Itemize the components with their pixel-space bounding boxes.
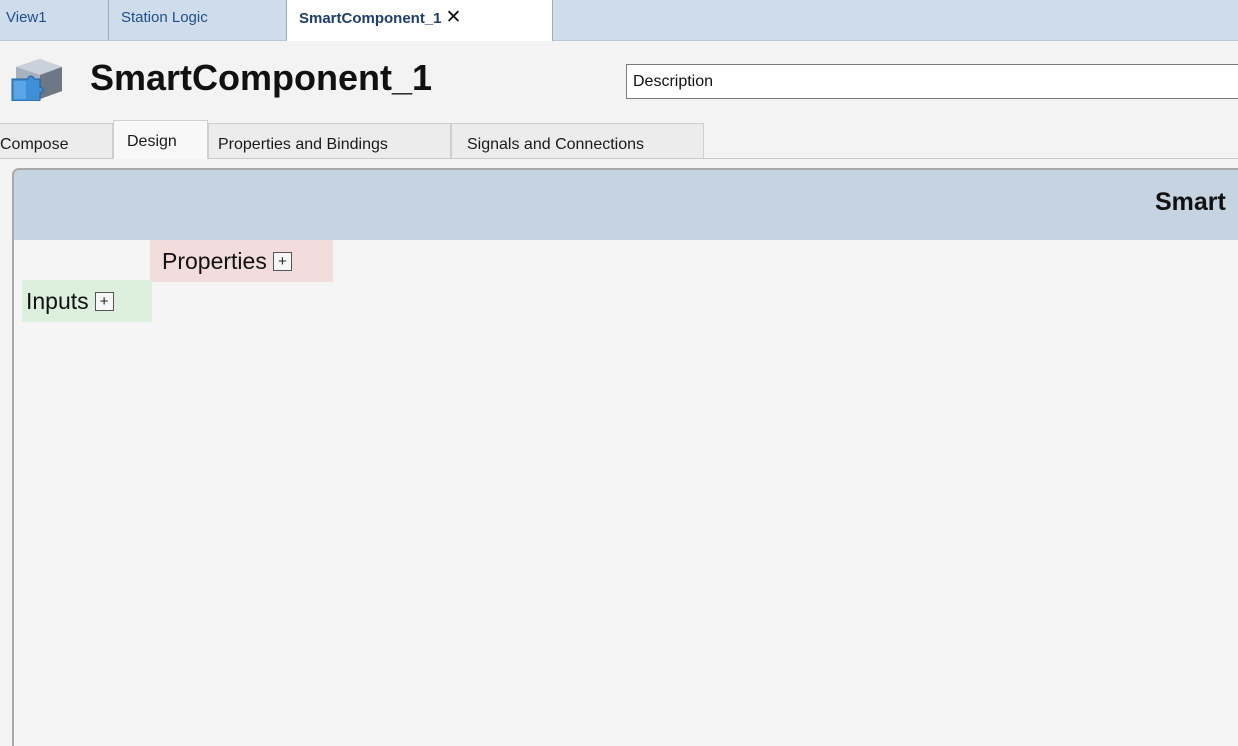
properties-label: Properties [162,247,267,274]
tab-view1-label: View1 [6,9,47,26]
tab-smartcomponent-1[interactable]: SmartComponent_1 ✕ [287,0,553,41]
tab-signals-and-connections[interactable]: Signals and Connections [451,123,704,158]
tab-design[interactable]: Design [113,120,208,159]
tab-smartcomponent-1-label: SmartComponent_1 [299,10,442,27]
component-title: SmartComponent_1 [90,57,433,98]
document-tab-strip: View1 Station Logic SmartComponent_1 ✕ [0,0,1238,41]
smart-component-puzzle-icon [11,59,62,101]
smart-component-editor: View1 Station Logic SmartComponent_1 ✕ Sm… [0,0,1238,746]
description-field[interactable] [626,64,1238,99]
tab-properties-and-bindings[interactable]: Properties and Bindings [208,123,451,158]
add-property-button[interactable]: + [272,251,292,271]
editor-tab-bar: Compose Design Properties and Bindings S… [0,120,1238,159]
design-canvas[interactable]: Smart Properties + Inputs + [12,168,1238,746]
properties-block: Properties + [150,240,333,282]
component-header: SmartComponent_1 [0,41,1238,120]
tab-station-logic-label: Station Logic [121,9,208,26]
add-input-button[interactable]: + [94,291,114,311]
close-tab-icon[interactable]: ✕ [446,0,462,36]
component-block-title: Smart [1155,188,1226,216]
tab-compose[interactable]: Compose [0,123,113,158]
tab-station-logic[interactable]: Station Logic [109,0,287,40]
inputs-block: Inputs + [22,280,152,322]
tab-view1[interactable]: View1 [0,0,109,40]
inputs-label: Inputs [26,287,89,314]
component-block-header: Smart [14,170,1238,240]
